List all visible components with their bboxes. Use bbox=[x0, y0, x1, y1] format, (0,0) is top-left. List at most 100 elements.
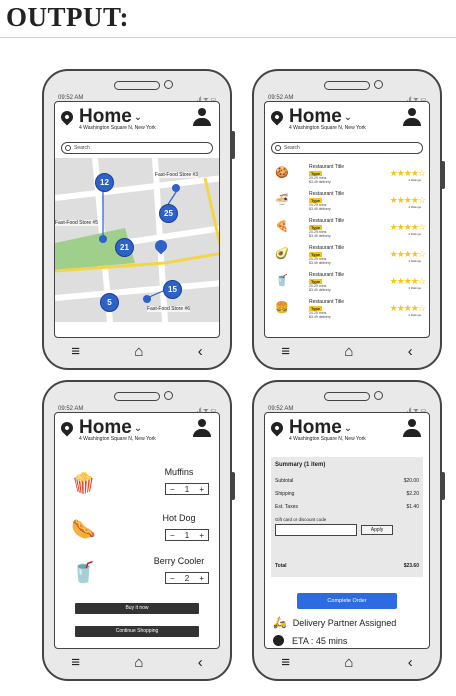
delivery-fee: $3.49 delivery bbox=[309, 315, 331, 319]
delivery-fee: $3.49 delivery bbox=[309, 288, 331, 292]
continue-shopping-button[interactable]: Continue Shopping bbox=[75, 626, 199, 637]
pizza-icon: 🍕 bbox=[275, 221, 289, 233]
side-button bbox=[231, 472, 235, 500]
map-cluster-marker[interactable]: 5 bbox=[100, 293, 119, 312]
delivery-fee: $3.49 delivery bbox=[309, 180, 331, 184]
rating-count: 4 Ratings bbox=[408, 232, 421, 236]
location-title: Home bbox=[289, 106, 342, 127]
menu-icon[interactable]: ≡ bbox=[281, 654, 290, 671]
map-cluster-marker[interactable]: 15 bbox=[163, 280, 182, 299]
store-marker[interactable] bbox=[172, 184, 180, 192]
rating-count: 4 Ratings bbox=[408, 259, 421, 263]
map-cluster-marker[interactable]: 21 bbox=[115, 238, 134, 257]
restaurant-meta: 20-25 mins $3.49 delivery bbox=[309, 230, 331, 238]
quantity-stepper[interactable]: − 2 + bbox=[165, 572, 209, 584]
drink-cup-icon: 🥤 bbox=[71, 562, 96, 584]
search-input[interactable]: Search bbox=[271, 142, 423, 154]
summary-value: $1.40 bbox=[406, 504, 419, 510]
bottom-nav: ≡ ⌂ ‹ bbox=[254, 341, 440, 361]
user-profile-icon[interactable] bbox=[403, 419, 421, 437]
search-icon bbox=[65, 145, 71, 151]
search-icon bbox=[275, 145, 281, 151]
map-streets bbox=[55, 158, 219, 322]
screen: Home ⌄ 4 Washington Square N, New York S… bbox=[264, 101, 430, 338]
buy-now-button[interactable]: Buy it now bbox=[75, 603, 199, 614]
store-marker[interactable] bbox=[143, 295, 151, 303]
cart-item-name: Hot Dog bbox=[162, 513, 196, 523]
home-icon[interactable]: ⌂ bbox=[134, 343, 143, 360]
restaurant-list-item[interactable]: 🍪 Restaurant Title Type 20-25 mins $3.49 del… bbox=[265, 162, 429, 186]
increment-button[interactable]: + bbox=[199, 485, 204, 494]
phone-order-summary-screen: 09:52 AM .ıl ᯤ ▭ Home ⌄ 4 Washington Squ… bbox=[252, 380, 445, 681]
restaurant-meta: 20-25 mins $3.49 delivery bbox=[309, 284, 331, 292]
user-profile-icon[interactable] bbox=[193, 419, 211, 437]
decrement-button[interactable]: − bbox=[170, 531, 175, 540]
increment-button[interactable]: + bbox=[199, 531, 204, 540]
restaurant-list-item[interactable]: 🥤 Restaurant Title Type 20-25 mins $3.49 del… bbox=[265, 270, 429, 294]
address-text: 4 Washington Square N, New York bbox=[79, 125, 156, 131]
home-icon[interactable]: ⌂ bbox=[344, 654, 353, 671]
restaurant-title: Restaurant Title bbox=[309, 191, 345, 197]
menu-icon[interactable]: ≡ bbox=[71, 343, 80, 360]
eta-status: ETA : 45 mins bbox=[273, 635, 347, 646]
address-text: 4 Washington Square N, New York bbox=[289, 436, 366, 442]
location-selector[interactable]: Home ⌄ bbox=[268, 106, 352, 127]
apply-button[interactable]: Apply bbox=[361, 525, 393, 535]
front-camera bbox=[374, 391, 383, 400]
summary-value: $20.00 bbox=[403, 478, 419, 484]
location-selector[interactable]: Home ⌄ bbox=[58, 107, 142, 126]
map-cluster-marker[interactable]: 25 bbox=[159, 204, 178, 223]
hot-dog-icon: 🌭 bbox=[71, 519, 96, 541]
home-icon[interactable]: ⌂ bbox=[344, 343, 353, 360]
search-input[interactable]: Search bbox=[61, 142, 213, 154]
user-profile-icon[interactable] bbox=[193, 108, 211, 126]
store-marker[interactable] bbox=[99, 235, 107, 243]
location-selector[interactable]: Home ⌄ bbox=[58, 418, 142, 437]
decrement-button[interactable]: − bbox=[170, 485, 175, 494]
map-area[interactable]: 12 25 21 15 5 Fast-Food Store #3 Fast-Fo… bbox=[55, 158, 219, 322]
search-placeholder: Search bbox=[74, 145, 90, 151]
chevron-down-icon[interactable]: ⌄ bbox=[344, 112, 352, 123]
quantity-stepper[interactable]: − 1 + bbox=[165, 529, 209, 541]
chevron-down-icon[interactable]: ⌄ bbox=[134, 112, 142, 123]
side-button bbox=[231, 131, 235, 159]
menu-icon[interactable]: ≡ bbox=[71, 654, 80, 671]
screen: Home ⌄ 4 Washington Square N, New York 🍿… bbox=[54, 412, 220, 649]
chevron-down-icon[interactable]: ⌄ bbox=[134, 423, 142, 434]
clock-icon bbox=[273, 635, 284, 646]
decrement-button[interactable]: − bbox=[170, 574, 175, 583]
complete-order-button[interactable]: Complete Order bbox=[297, 593, 397, 609]
summary-value: $2.20 bbox=[406, 491, 419, 497]
increment-button[interactable]: + bbox=[199, 574, 204, 583]
back-icon[interactable]: ‹ bbox=[198, 343, 203, 360]
quantity-stepper[interactable]: − 1 + bbox=[165, 483, 209, 495]
quantity-value: 1 bbox=[184, 484, 190, 494]
location-selector[interactable]: Home ⌄ bbox=[268, 418, 352, 437]
scooter-icon: 🛵 bbox=[273, 617, 287, 629]
delivery-status-text: Delivery Partner Assigned bbox=[292, 617, 397, 628]
back-icon[interactable]: ‹ bbox=[198, 654, 203, 671]
restaurant-list-item[interactable]: 🍔 Restaurant Title Type 20-25 mins $3.49 del… bbox=[265, 297, 429, 321]
summary-total-row: Total $23.60 bbox=[275, 563, 419, 569]
speaker-grille bbox=[114, 392, 160, 401]
delivery-status: 🛵 Delivery Partner Assigned bbox=[273, 616, 396, 629]
home-icon[interactable]: ⌂ bbox=[134, 654, 143, 671]
menu-icon[interactable]: ≡ bbox=[281, 343, 290, 360]
restaurant-list-item[interactable]: 🍕 Restaurant Title Type 20-25 mins $3.49 del… bbox=[265, 216, 429, 240]
popcorn-icon: 🍿 bbox=[71, 473, 96, 495]
user-profile-icon[interactable] bbox=[403, 108, 421, 126]
cart-item: 🥤 Berry Cooler − 2 + bbox=[55, 554, 219, 602]
side-button bbox=[441, 161, 445, 189]
restaurant-title: Restaurant Title bbox=[309, 218, 345, 224]
gift-card-input[interactable] bbox=[275, 524, 357, 536]
delivery-fee: $3.49 delivery bbox=[309, 234, 331, 238]
map-cluster-marker[interactable]: 12 bbox=[95, 173, 114, 192]
restaurant-list-item[interactable]: 🥑 Restaurant Title Type 20-25 mins $3.49 del… bbox=[265, 243, 429, 267]
back-icon[interactable]: ‹ bbox=[408, 654, 413, 671]
front-camera bbox=[164, 391, 173, 400]
restaurant-list-item[interactable]: 🍜 Restaurant Title Type 20-25 mins $3.49 del… bbox=[265, 189, 429, 213]
back-icon[interactable]: ‹ bbox=[408, 343, 413, 360]
quantity-value: 2 bbox=[184, 573, 190, 583]
restaurant-title: Restaurant Title bbox=[309, 245, 345, 251]
chevron-down-icon[interactable]: ⌄ bbox=[344, 423, 352, 434]
